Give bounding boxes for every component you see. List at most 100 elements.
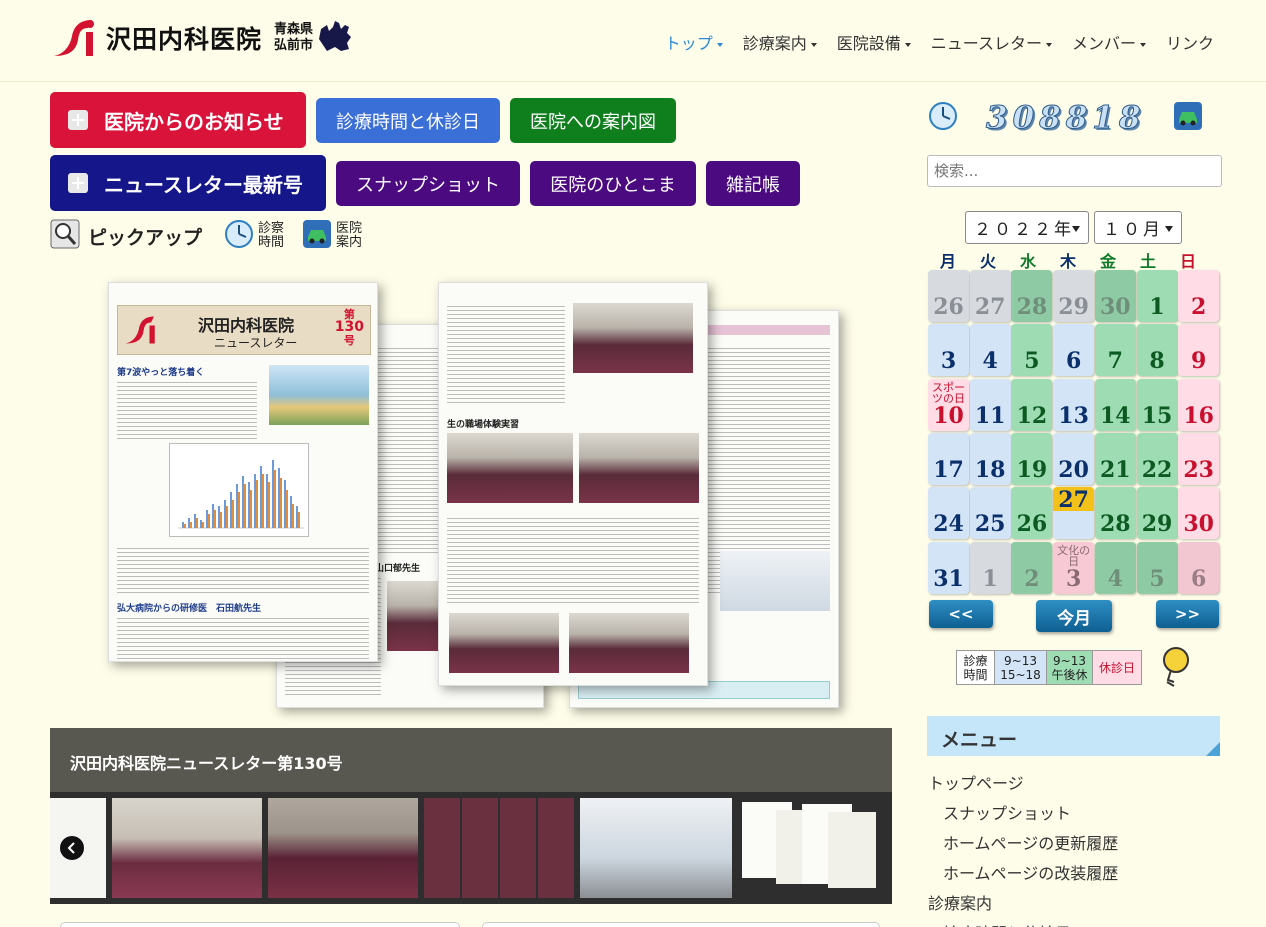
calendar-day[interactable]: 17 <box>928 432 969 485</box>
calendar-day[interactable]: 26 <box>1011 487 1053 540</box>
calendar-day[interactable]: 11 <box>969 378 1011 431</box>
content-tab[interactable] <box>60 922 460 927</box>
snapshot-button[interactable]: スナップショット <box>336 161 520 206</box>
sidebar-menu-item[interactable]: 診療時間と休診日 <box>943 920 1071 927</box>
month-select[interactable]: １０月 <box>1094 211 1182 244</box>
calendar-day[interactable]: 文化の日 3 <box>1053 541 1095 594</box>
calendar-day[interactable]: 20 <box>1053 432 1095 485</box>
calendar-day[interactable]: 6 <box>1053 324 1095 377</box>
calendar-day-number: 6 <box>1191 565 1207 592</box>
calendar-day[interactable]: 4 <box>969 324 1011 377</box>
calendar-day[interactable]: 21 <box>1094 432 1136 485</box>
calendar-day[interactable]: 2 <box>1178 270 1220 322</box>
pickup-guide-link[interactable]: 医院 案内 <box>302 219 362 253</box>
calendar-day[interactable]: 28 <box>1011 270 1053 322</box>
hours-button[interactable]: 診療時間と休診日 <box>316 98 500 143</box>
nav-facilities[interactable]: 医院設備 <box>837 30 911 54</box>
calendar-day[interactable]: 29 <box>1053 270 1095 322</box>
thumbnail-staff-photo[interactable] <box>112 798 262 898</box>
calendar-day[interactable]: 12 <box>1011 378 1053 431</box>
calendar-day[interactable]: 7 <box>1094 324 1136 377</box>
sidebar-menu-item[interactable]: スナップショット <box>943 800 1071 824</box>
nav-top[interactable]: トップ <box>665 30 723 54</box>
moment-button[interactable]: 医院のひとこま <box>530 161 696 206</box>
chevron-left-icon <box>67 842 75 854</box>
calendar-day[interactable]: 14 <box>1094 378 1136 431</box>
calendar-day[interactable]: 13 <box>1053 378 1095 431</box>
pickup-row: ピックアップ 診察 時間 医院 案内 <box>50 219 362 253</box>
calendar-day[interactable]: 18 <box>969 432 1011 485</box>
calendar-next-button[interactable]: >> <box>1156 600 1219 628</box>
snapshot-button-label: スナップショット <box>356 174 500 196</box>
thumbnail-staff-photo[interactable] <box>268 798 418 898</box>
thumbnail-clinic-building[interactable] <box>580 798 732 898</box>
search-input[interactable] <box>927 155 1222 187</box>
main-nav: トップ 診療案内 医院設備 ニュースレター メンバー リンク <box>665 30 1214 54</box>
calendar-day[interactable]: 9 <box>1178 324 1220 377</box>
nav-links-label: リンク <box>1165 34 1214 53</box>
nav-members[interactable]: メンバー <box>1072 30 1146 54</box>
calendar-day[interactable]: 6 <box>1178 541 1220 594</box>
calendar-day[interactable]: 4 <box>1094 541 1136 594</box>
thumbnail-prev-button[interactable] <box>60 836 84 860</box>
calendar-day[interactable]: 8 <box>1136 324 1178 377</box>
calendar-day[interactable]: 30 <box>1178 487 1220 540</box>
calendar-day[interactable]: スポーツの日 10 <box>928 378 969 431</box>
calendar-day[interactable]: 1 <box>1136 270 1178 322</box>
slide-caption: 沢田内科医院ニュースレター第130号 <box>50 728 892 792</box>
pickup-hours-link[interactable]: 診察 時間 <box>224 219 284 253</box>
nav-clinic-info[interactable]: 診療案内 <box>743 30 817 54</box>
nav-newsletter[interactable]: ニュースレター <box>931 30 1052 54</box>
site-location: 青森県 弘前市 <box>274 22 313 54</box>
calendar-day-note: 文化の日 <box>1057 543 1091 568</box>
calendar-day-number: 30 <box>1099 294 1131 320</box>
calendar-day[interactable]: 22 <box>1136 432 1178 485</box>
calendar-day[interactable]: 5 <box>1136 541 1178 594</box>
calendar-day-number: 26 <box>1016 511 1048 538</box>
thumbnail-group-photos[interactable] <box>424 798 574 898</box>
year-select[interactable]: ２０２２年 <box>965 211 1089 244</box>
calendar-day[interactable]: 27 <box>969 270 1011 322</box>
calendar-day-number: 30 <box>1183 511 1214 538</box>
calendar-day-number: 14 <box>1099 402 1131 429</box>
calendar-day[interactable]: 5 <box>1011 324 1053 377</box>
calendar-day[interactable]: 27 <box>1053 487 1095 540</box>
calendar-day-number: 22 <box>1141 456 1173 483</box>
sidebar-menu-item[interactable]: トップページ <box>928 770 1024 794</box>
legend-title: 診療 時間 <box>957 651 995 684</box>
calendar-day[interactable]: 23 <box>1178 432 1220 485</box>
content-tab[interactable] <box>482 922 880 927</box>
calendar-day[interactable]: 15 <box>1136 378 1178 431</box>
calendar-day[interactable]: 3 <box>928 324 969 377</box>
chevron-down-icon <box>1072 226 1080 232</box>
calendar-day[interactable]: 28 <box>1094 487 1136 540</box>
map-button[interactable]: 医院への案内図 <box>510 98 676 143</box>
calendar-day-number: 8 <box>1149 348 1165 375</box>
site-logo[interactable]: 沢田内科医院 青森県 弘前市 <box>52 18 353 58</box>
calendar-day[interactable]: 2 <box>1011 541 1053 594</box>
calendar-day[interactable]: 16 <box>1178 378 1220 431</box>
notes-button[interactable]: 雑記帳 <box>706 161 800 206</box>
calendar-day[interactable]: 19 <box>1011 432 1053 485</box>
calendar-day[interactable]: 24 <box>928 487 969 540</box>
plus-icon <box>68 110 88 130</box>
sidebar-menu-item[interactable]: ホームページの改装履歴 <box>943 860 1118 884</box>
calendar-day[interactable]: 31 <box>928 541 969 594</box>
car-icon <box>302 219 332 253</box>
feature-slide-image[interactable]: ンターからの研修医 山口郁先生 とがきから（その2） 生の職場体験実習 沢田内科… <box>50 262 892 724</box>
sidebar-menu-item[interactable]: ホームページの更新履歴 <box>943 830 1118 854</box>
calendar-day[interactable]: 1 <box>969 541 1011 594</box>
nav-links[interactable]: リンク <box>1166 30 1214 54</box>
calendar-day[interactable]: 30 <box>1094 270 1136 322</box>
calendar-day-number: 28 <box>1016 294 1048 320</box>
calendar-day-number: 29 <box>1058 294 1089 320</box>
calendar-prev-button[interactable]: << <box>929 600 993 628</box>
notice-button[interactable]: 医院からのお知らせ <box>50 92 306 148</box>
calendar-day[interactable]: 25 <box>969 487 1011 540</box>
calendar-day[interactable]: 26 <box>928 270 969 322</box>
calendar-day[interactable]: 29 <box>1136 487 1178 540</box>
calendar-current-month-button[interactable]: 今月 <box>1036 600 1112 632</box>
thumbnail-newsletter-pages[interactable] <box>740 798 880 898</box>
sidebar-menu-item[interactable]: 診療案内 <box>928 890 992 914</box>
newsletter-button[interactable]: ニュースレター最新号 <box>50 155 326 211</box>
